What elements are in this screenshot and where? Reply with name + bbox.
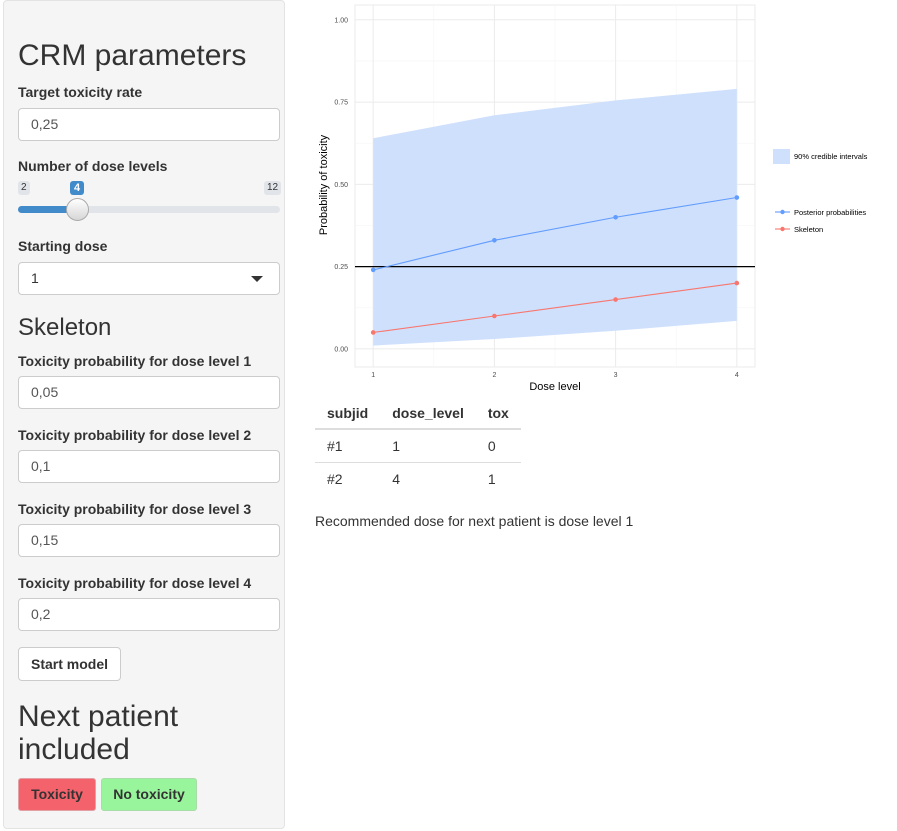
- target-toxicity-input[interactable]: 0,25: [18, 108, 280, 141]
- target-toxicity-label: Target toxicity rate: [18, 84, 143, 100]
- legend-series-label: Skeleton: [794, 225, 823, 234]
- y-axis-label: Probability of toxicity: [318, 134, 330, 235]
- x-axis-label: Dose level: [529, 381, 580, 393]
- table-cell: #1: [315, 428, 381, 463]
- skeleton-label-3: Toxicity probability for dose level 3: [18, 501, 252, 517]
- start-model-button[interactable]: Start model: [18, 647, 121, 681]
- sidebar-panel: CRM parameters Target toxicity rate 0,25…: [3, 0, 285, 829]
- y-tick-label: 0.50: [334, 182, 348, 189]
- table-header-row: subjid dose_level tox: [315, 398, 521, 430]
- y-tick-label: 0.25: [334, 264, 348, 271]
- y-tick-label: 0.75: [334, 100, 348, 107]
- data-point: [492, 238, 497, 243]
- legend-point-key: [780, 209, 785, 215]
- legend-band-key: [773, 149, 790, 164]
- skeleton-input-4[interactable]: 0,2: [18, 598, 280, 631]
- legend-point-key: [780, 226, 785, 232]
- skeleton-title: Skeleton: [18, 314, 112, 341]
- next-patient-title-line1: Next patient: [18, 700, 179, 733]
- y-tick-label: 1.00: [334, 17, 348, 24]
- slider-min-label: 2: [18, 181, 30, 195]
- table-header-dose-level: dose_level: [380, 398, 476, 430]
- skeleton-label-4: Toxicity probability for dose level 4: [18, 575, 252, 591]
- x-tick-label: 4: [735, 372, 739, 379]
- skeleton-input-1[interactable]: 0,05: [18, 376, 280, 409]
- table-cell: 1: [380, 428, 476, 463]
- skeleton-input-2[interactable]: 0,1: [18, 450, 280, 483]
- starting-dose-value: 1: [31, 270, 39, 286]
- crm-parameters-title: CRM parameters: [18, 39, 247, 72]
- skeleton-label-2: Toxicity probability for dose level 2: [18, 427, 252, 443]
- table-header-tox: tox: [475, 398, 521, 430]
- skeleton-input-3[interactable]: 0,15: [18, 524, 280, 557]
- data-point: [734, 280, 740, 286]
- dose-levels-slider-handle[interactable]: [65, 198, 89, 221]
- next-patient-title-line2: included: [18, 733, 130, 766]
- starting-dose-label: Starting dose: [18, 238, 108, 254]
- data-point: [370, 330, 376, 335]
- subjects-table: subjid dose_level tox #1 1 0 #2 4 1: [315, 398, 521, 495]
- data-point: [492, 313, 497, 319]
- y-tick-label: 0.00: [334, 346, 348, 353]
- no-toxicity-button[interactable]: No toxicity: [101, 778, 197, 811]
- slider-max-label: 12: [264, 181, 282, 195]
- data-point: [613, 214, 618, 220]
- chevron-down-icon: [251, 276, 263, 282]
- table-row: #2 4 1: [315, 462, 521, 495]
- legend-band-label: 90% credible intervals: [794, 152, 868, 161]
- table-cell: 0: [475, 428, 521, 463]
- table-cell: #2: [315, 462, 381, 495]
- table-row: #1 1 0: [315, 428, 521, 463]
- table-cell: 1: [475, 462, 521, 495]
- skeleton-label-1: Toxicity probability for dose level 1: [18, 353, 252, 369]
- x-tick-label: 2: [492, 372, 496, 379]
- toxicity-chart: 0.00 0.25 0.50 0.75 1.00 1 2 3 4 Dose level Prob…: [318, 4, 868, 393]
- data-point: [734, 195, 740, 200]
- slider-value-label: 4: [70, 181, 85, 195]
- recommendation-text: Recommended dose for next patient is dos…: [315, 513, 634, 529]
- data-point: [370, 267, 376, 273]
- table-header-subjid: subjid: [315, 398, 381, 430]
- legend-series-label: Posterior probabilities: [794, 208, 866, 217]
- starting-dose-select[interactable]: 1: [18, 262, 280, 295]
- table-cell: 4: [380, 462, 476, 495]
- data-point: [613, 297, 618, 302]
- dose-levels-label: Number of dose levels: [18, 158, 168, 174]
- chart-legend: 90% credible intervals Posterior probabil…: [773, 149, 868, 234]
- toxicity-button[interactable]: Toxicity: [18, 778, 96, 811]
- x-tick-label: 1: [371, 372, 375, 379]
- x-tick-label: 3: [614, 372, 618, 379]
